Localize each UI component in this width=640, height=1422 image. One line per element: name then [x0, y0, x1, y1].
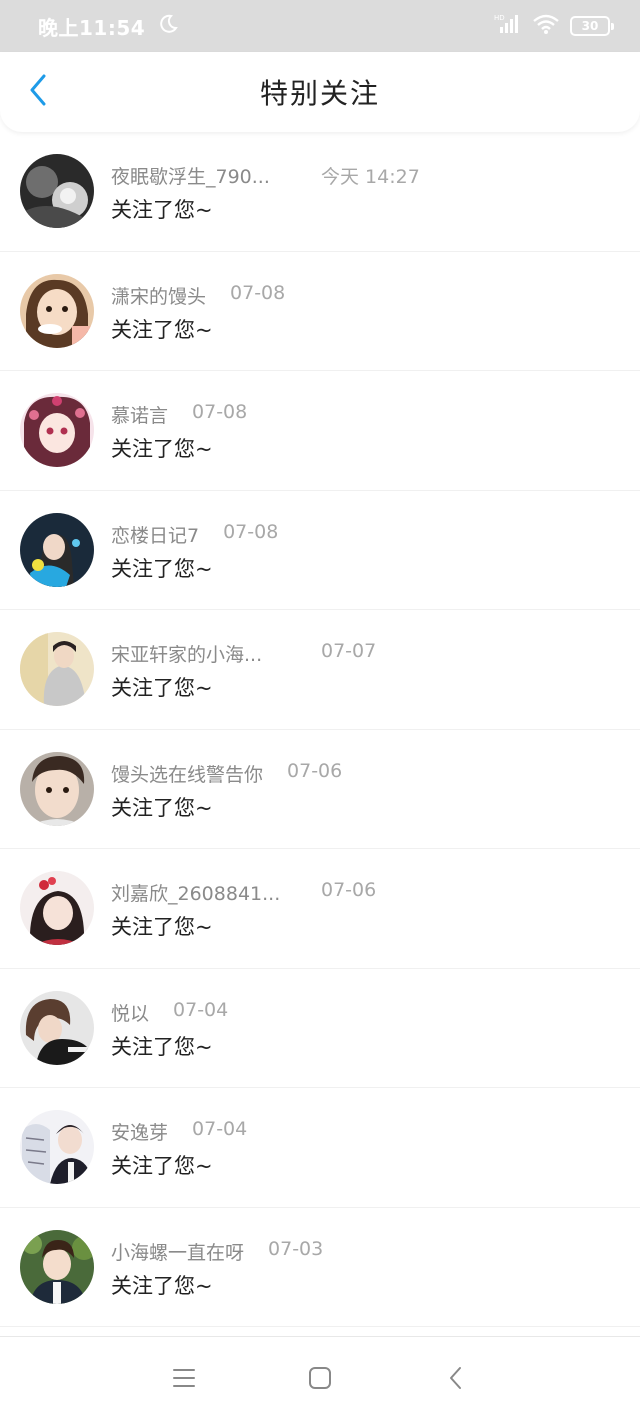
- list-item[interactable]: 小海螺一直在呀 07-03 关注了您~: [0, 1208, 640, 1327]
- item-time: 07-04: [173, 998, 229, 1021]
- item-name: 悦以: [111, 1002, 150, 1025]
- item-time: 07-07: [321, 640, 377, 662]
- item-name: 小海螺一直在呀: [111, 1241, 245, 1264]
- avatar[interactable]: [20, 154, 94, 228]
- item-name: 恋楼日记7: [111, 524, 200, 547]
- item-message: 关注了您~: [111, 1034, 213, 1059]
- item-message: 关注了您~: [111, 1273, 213, 1298]
- page-title: 特别关注: [259, 77, 380, 110]
- moon-icon: [157, 13, 179, 39]
- item-time: 07-08: [192, 401, 248, 423]
- signal-hd-label: HD: [494, 14, 505, 22]
- avatar[interactable]: [20, 1110, 94, 1184]
- item-time: 07-04: [192, 1118, 248, 1140]
- item-name: 潇宋的馒头: [111, 285, 207, 308]
- item-name: 宋亚轩家的小海...: [111, 644, 263, 666]
- avatar[interactable]: [20, 751, 94, 826]
- item-time: 07-08: [230, 281, 286, 304]
- header: 特别关注: [0, 52, 640, 132]
- list-item[interactable]: 宋亚轩家的小海... 07-07 关注了您~: [0, 610, 640, 730]
- wifi-icon: [532, 13, 560, 39]
- item-name: 刘嘉欣_2608841...: [111, 883, 281, 905]
- item-message: 关注了您~: [111, 556, 213, 581]
- item-message: 关注了您~: [111, 915, 213, 939]
- avatar[interactable]: [20, 990, 94, 1065]
- list-item[interactable]: 潇宋的馒头 07-08 关注了您~: [0, 252, 640, 371]
- back-chevron-icon: [448, 1366, 464, 1394]
- avatar[interactable]: [20, 393, 94, 467]
- item-time: 07-08: [223, 520, 279, 543]
- list-item[interactable]: 安逸芽 07-04 关注了您~: [0, 1088, 640, 1208]
- list-item[interactable]: 馒头选在线警告你 07-06 关注了您~: [0, 730, 640, 849]
- list-item[interactable]: 悦以 07-04 关注了您~: [0, 969, 640, 1088]
- item-name: 夜眠歇浮生_790...: [111, 166, 270, 188]
- item-time: 07-06: [321, 879, 377, 901]
- item-name: 馒头选在线警告你: [111, 763, 264, 786]
- item-time: 07-03: [268, 1237, 324, 1260]
- home-button[interactable]: [306, 1366, 334, 1394]
- item-message: 关注了您~: [111, 317, 213, 342]
- status-time: 晚上11:54: [38, 15, 146, 40]
- list-item[interactable]: 刘嘉欣_2608841... 07-06 关注了您~: [0, 849, 640, 969]
- avatar[interactable]: [20, 632, 94, 706]
- avatar[interactable]: [20, 273, 94, 348]
- avatar[interactable]: [20, 1229, 94, 1304]
- menu-icon: [172, 1367, 196, 1393]
- battery-icon: 30: [570, 16, 614, 36]
- list-item[interactable]: 夜眠歇浮生_790... 今天 14:27 关注了您~: [0, 132, 640, 252]
- signal-icon: HD: [494, 13, 522, 39]
- item-message: 关注了您~: [111, 437, 213, 461]
- avatar[interactable]: [20, 871, 94, 945]
- item-time: 07-06: [287, 759, 343, 782]
- back-button[interactable]: [20, 74, 56, 110]
- item-message: 关注了您~: [111, 795, 213, 820]
- item-name: 安逸芽: [111, 1122, 169, 1144]
- chevron-left-icon: [28, 74, 48, 110]
- item-message: 关注了您~: [111, 1154, 213, 1178]
- home-square-icon: [308, 1366, 332, 1394]
- menu-button[interactable]: [170, 1366, 198, 1394]
- nav-back-button[interactable]: [442, 1366, 470, 1394]
- status-bar: 晚上11:54 HD 30: [0, 0, 640, 52]
- list-item[interactable]: 慕诺言 07-08 关注了您~: [0, 371, 640, 491]
- follow-list: 夜眠歇浮生_790... 今天 14:27 关注了您~ 潇宋的馒头 07-08 …: [0, 132, 640, 1327]
- item-time: 今天 14:27: [321, 166, 420, 188]
- item-message: 关注了您~: [111, 676, 213, 700]
- list-item[interactable]: 恋楼日记7 07-08 关注了您~: [0, 491, 640, 610]
- system-nav-bar: [0, 1336, 640, 1422]
- item-message: 关注了您~: [111, 198, 213, 222]
- item-name: 慕诺言: [111, 405, 169, 427]
- avatar[interactable]: [20, 512, 94, 587]
